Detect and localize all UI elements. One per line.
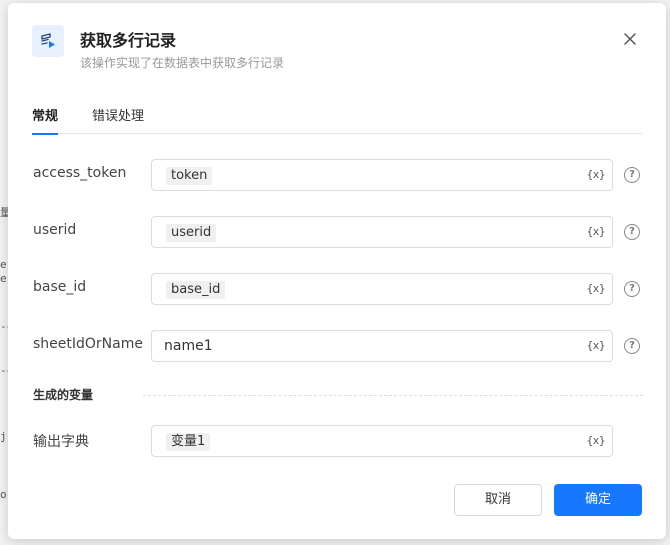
form-row-userid: userid userid {x} ? (32, 216, 652, 248)
close-icon[interactable] (622, 31, 638, 47)
base-id-label: base_id (33, 279, 87, 295)
sheet-id-or-name-label: sheetIdOrName (33, 336, 143, 352)
userid-input[interactable]: userid {x} (151, 216, 613, 248)
get-rows-dialog: 获取多行记录 该操作实现了在数据表中获取多行记录 常规 错误处理 access_… (8, 3, 666, 539)
access-token-label: access_token (33, 165, 127, 181)
help-icon[interactable]: ? (624, 281, 640, 297)
access-token-input[interactable]: token {x} (151, 159, 613, 191)
cancel-button[interactable]: 取消 (454, 484, 542, 516)
generated-variables-section: 生成的变量 (33, 386, 643, 406)
database-stack-icon (32, 25, 64, 57)
background-text: o (0, 488, 7, 501)
dialog-subtitle: 该操作实现了在数据表中获取多行记录 (80, 56, 285, 70)
tab-general[interactable]: 常规 (32, 107, 59, 135)
dialog-title: 获取多行记录 (80, 31, 177, 50)
userid-label: userid (33, 222, 77, 238)
insert-variable-icon[interactable]: {x} (587, 434, 606, 447)
tab-error-handling[interactable]: 错误处理 (92, 107, 144, 134)
output-dict-value-chip: 变量1 (166, 433, 211, 451)
section-title: 生成的变量 (33, 388, 94, 402)
help-icon[interactable]: ? (624, 224, 640, 240)
help-icon[interactable]: ? (624, 338, 640, 354)
insert-variable-icon[interactable]: {x} (587, 225, 606, 238)
sheet-id-or-name-input[interactable]: name1 {x} (151, 330, 613, 362)
output-dict-label: 输出字典 (33, 434, 89, 450)
tab-bar: 常规 错误处理 (32, 107, 642, 135)
form-row-access-token: access_token token {x} ? (32, 159, 652, 191)
confirm-button[interactable]: 确定 (554, 484, 642, 516)
background-text: j (0, 430, 7, 443)
base-id-input[interactable]: base_id {x} (151, 273, 613, 305)
insert-variable-icon[interactable]: {x} (587, 168, 606, 181)
form-row-output-dict: 输出字典 变量1 {x} (32, 425, 652, 457)
form-row-sheet-id-or-name: sheetIdOrName name1 {x} ? (32, 330, 652, 362)
base-id-value-chip: base_id (166, 281, 226, 299)
form-row-base-id: base_id base_id {x} ? (32, 273, 652, 305)
access-token-value-chip: token (166, 167, 213, 185)
section-divider (143, 395, 643, 396)
dialog-header: 获取多行记录 该操作实现了在数据表中获取多行记录 (32, 25, 646, 75)
insert-variable-icon[interactable]: {x} (587, 339, 606, 352)
insert-variable-icon[interactable]: {x} (587, 282, 606, 295)
output-dict-input[interactable]: 变量1 {x} (151, 425, 613, 457)
help-icon[interactable]: ? (624, 167, 640, 183)
userid-value-chip: userid (166, 224, 217, 242)
sheet-id-or-name-value: name1 (164, 338, 213, 354)
